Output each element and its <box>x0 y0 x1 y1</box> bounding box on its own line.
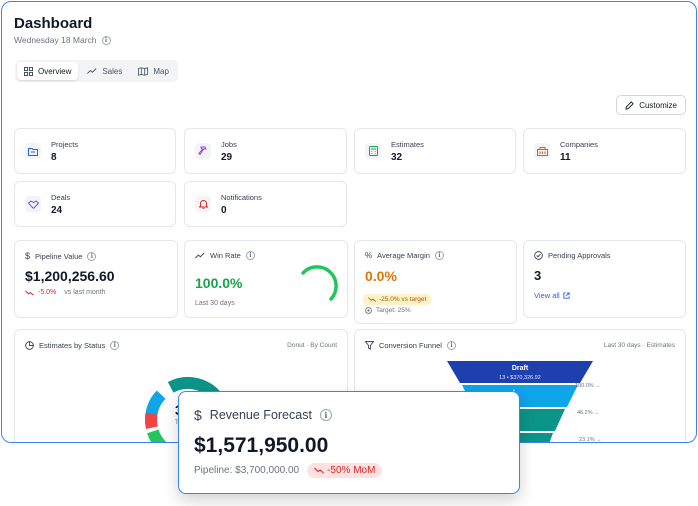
kpi-value: $1,200,256.60 <box>25 268 115 284</box>
stat-label: Companies <box>560 139 598 149</box>
pencil-icon <box>625 100 634 110</box>
kpi-value: 0.0% <box>365 268 397 284</box>
stat-card-projects[interactable]: Projects 8 <box>14 128 176 174</box>
forecast-pipeline: Pipeline: $3,700,000.00 <box>194 465 300 476</box>
kpi-label: Average Margin <box>377 251 430 260</box>
funnel-conversion-pct: 46.2% → <box>577 410 600 416</box>
panel-meta: Last 30 days · Estimates <box>603 342 675 349</box>
view-all-link[interactable]: View all <box>534 291 570 300</box>
stat-value: 32 <box>391 151 403 163</box>
stat-card-jobs[interactable]: Jobs 29 <box>184 128 347 174</box>
stat-label: Projects <box>51 139 79 149</box>
customize-button[interactable]: Customize <box>616 95 686 115</box>
building-icon <box>534 143 550 159</box>
dollar-icon: $ <box>25 251 31 261</box>
info-icon[interactable]: i <box>101 35 111 45</box>
stat-value: 24 <box>51 204 63 216</box>
grid-icon <box>24 66 33 76</box>
info-icon[interactable]: i <box>319 409 332 421</box>
handshake-icon <box>25 196 41 212</box>
percent-icon: % <box>365 251 373 260</box>
tab-map-label: Map <box>153 66 169 76</box>
revenue-forecast-card[interactable]: $ Revenue Forecast i $1,571,950.00 Pipel… <box>178 391 520 494</box>
stat-label: Estimates <box>391 139 424 149</box>
tab-sales[interactable]: Sales <box>80 62 129 80</box>
kpi-pending-approvals[interactable]: Pending Approvals 3 View all <box>523 240 686 318</box>
customize-label: Customize <box>639 100 677 110</box>
calculator-icon <box>365 143 381 159</box>
kpi-delta: -5.0% <box>38 289 57 296</box>
kpi-label: Pending Approvals <box>548 251 611 260</box>
kpi-value: 3 <box>534 268 542 283</box>
stat-value: 8 <box>51 151 57 163</box>
trend-up-icon <box>87 68 97 74</box>
target-icon <box>365 307 372 314</box>
info-icon[interactable]: i <box>446 341 456 350</box>
funnel-stage-sub: 13 • $370,326.92 <box>499 375 541 381</box>
kpi-delta-suffix: vs last month <box>64 289 106 296</box>
kpi-pipeline-value[interactable]: $ Pipeline Value i $1,200,256.60 -5.0% v… <box>14 240 178 318</box>
stat-card-companies[interactable]: Companies 11 <box>523 128 686 174</box>
forecast-mom-badge: -50% MoM <box>307 463 383 478</box>
trend-up-icon <box>195 252 205 259</box>
panel-meta: Donut · By Count <box>287 342 337 349</box>
forecast-value: $1,571,950.00 <box>194 434 329 457</box>
kpi-period: Last 30 days <box>195 300 235 307</box>
tab-sales-label: Sales <box>102 66 123 76</box>
stat-value: 29 <box>221 151 233 163</box>
kpi-label: Win Rate <box>210 251 241 260</box>
funnel-stage-label: Draft <box>511 365 529 372</box>
stat-value: 0 <box>221 204 227 216</box>
date-row: Wednesday 18 March i <box>14 35 111 45</box>
kpi-label: Pipeline Value <box>35 251 83 261</box>
external-link-icon <box>563 292 570 299</box>
stat-label: Notifications <box>221 192 262 202</box>
view-tabs: Overview Sales Map <box>15 60 178 82</box>
trend-down-icon <box>368 297 376 302</box>
filter-icon <box>365 341 374 350</box>
info-icon[interactable]: i <box>245 251 255 260</box>
info-icon[interactable]: i <box>434 251 444 260</box>
forecast-title: Revenue Forecast <box>209 408 312 422</box>
win-rate-gauge <box>301 265 338 301</box>
trend-down-icon <box>314 467 324 474</box>
stat-value: 11 <box>560 151 571 163</box>
stat-label: Jobs <box>221 139 237 149</box>
trend-down-icon <box>25 289 34 296</box>
info-icon[interactable]: i <box>110 341 120 350</box>
dashboard-window: Dashboard Wednesday 18 March i Overview … <box>1 1 697 443</box>
kpi-average-margin[interactable]: % Average Margin i 0.0% -25.0% vs target… <box>354 240 517 324</box>
bell-icon <box>195 196 211 212</box>
pie-chart-icon <box>25 341 34 350</box>
dollar-icon: $ <box>194 407 202 423</box>
tab-overview-label: Overview <box>38 66 72 76</box>
kpi-value: 100.0% <box>195 275 243 291</box>
stat-card-estimates[interactable]: Estimates 32 <box>354 128 516 174</box>
funnel-conversion-pct: 23.1% → <box>579 437 602 443</box>
info-icon[interactable]: i <box>87 251 97 261</box>
page-title: Dashboard <box>14 15 93 32</box>
tab-overview[interactable]: Overview <box>17 62 79 80</box>
margin-badge: -25.0% vs target <box>363 294 432 305</box>
kpi-win-rate[interactable]: Win Rate i 100.0% Last 30 days <box>184 240 348 318</box>
folder-icon <box>25 143 41 159</box>
current-date: Wednesday 18 March <box>14 35 97 45</box>
panel-title: Estimates by Status <box>39 341 106 350</box>
funnel-conversion-pct: 100.0% → <box>575 383 601 389</box>
check-circle-icon <box>534 251 543 260</box>
hammer-icon <box>195 143 211 159</box>
tab-map[interactable]: Map <box>131 62 176 80</box>
stat-card-notifications[interactable]: Notifications 0 <box>184 181 347 227</box>
map-icon <box>138 66 149 76</box>
stat-card-deals[interactable]: Deals 24 <box>14 181 176 227</box>
panel-title: Conversion Funnel <box>379 341 442 350</box>
stat-label: Deals <box>51 192 71 202</box>
margin-target: Target: 25% <box>376 307 411 314</box>
